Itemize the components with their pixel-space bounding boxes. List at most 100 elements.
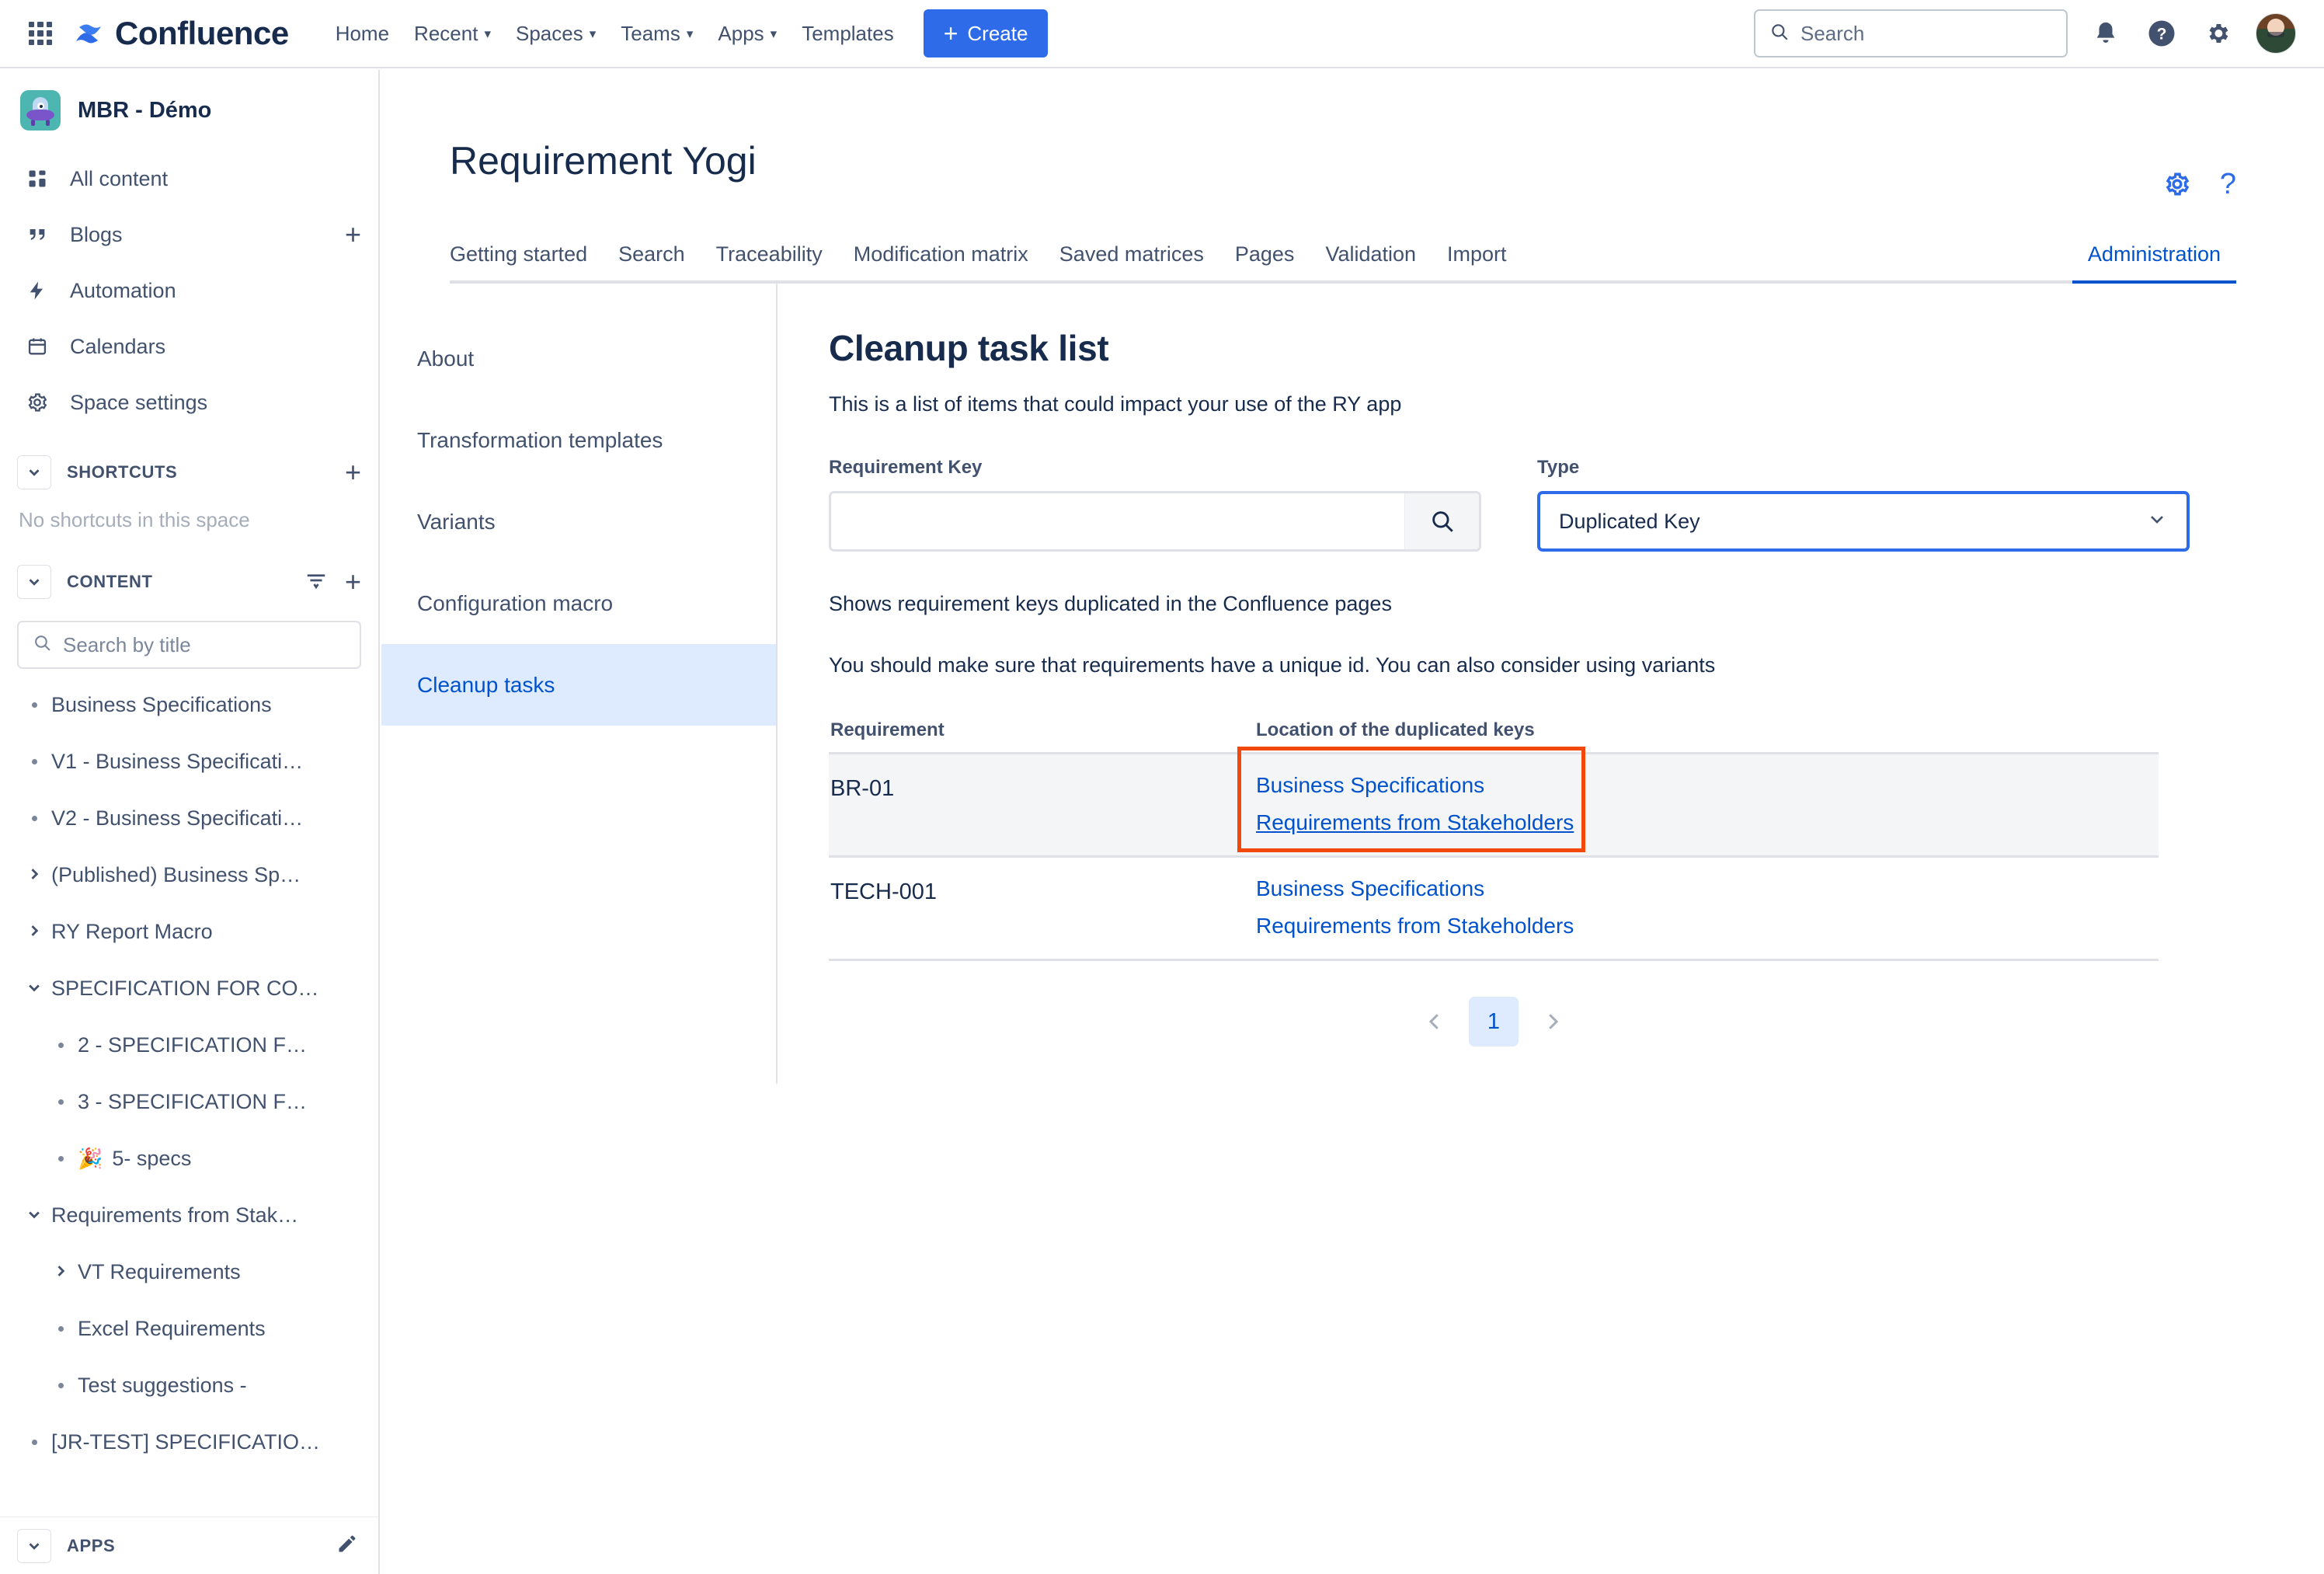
subnav-item-transformation-templates[interactable]: Transformation templates bbox=[381, 399, 776, 481]
table-body: BR-01Business SpecificationsRequirements… bbox=[829, 752, 2159, 961]
pagination-next-button[interactable] bbox=[1531, 1000, 1574, 1043]
add-content-button[interactable]: + bbox=[345, 568, 361, 596]
chevron-down-icon bbox=[2146, 508, 2168, 535]
requirement-key-input[interactable] bbox=[831, 493, 1404, 549]
type-label: Type bbox=[1537, 457, 2190, 479]
search-input[interactable] bbox=[1800, 22, 2052, 46]
column-header-requirement: Requirement bbox=[829, 719, 1256, 741]
requirement-key-input-wrap[interactable] bbox=[829, 491, 1481, 552]
apps-section-header[interactable]: APPS bbox=[0, 1517, 378, 1574]
chevron-down-icon[interactable] bbox=[26, 1203, 42, 1228]
tree-item[interactable]: V1 - Business Specificati… bbox=[0, 733, 378, 790]
tree-item[interactable]: 🎉5- specs bbox=[0, 1130, 378, 1187]
shortcuts-title: SHORTCUTS bbox=[67, 462, 177, 482]
chevron-right-icon[interactable] bbox=[26, 863, 42, 887]
nav-apps[interactable]: Apps ▾ bbox=[705, 12, 789, 55]
global-search-box[interactable] bbox=[1754, 9, 2068, 57]
subnav-item-about[interactable]: About bbox=[381, 318, 776, 399]
tree-item[interactable]: V2 - Business Specificati… bbox=[0, 790, 378, 847]
settings-icon[interactable] bbox=[2200, 16, 2235, 51]
tab-modification-matrix[interactable]: Modification matrix bbox=[838, 233, 1044, 284]
type-field: Type Duplicated Key bbox=[1537, 457, 2190, 552]
tree-item[interactable]: (Published) Business Sp… bbox=[0, 847, 378, 904]
sidebar-item-space-settings[interactable]: Space settings bbox=[0, 374, 378, 430]
tree-item[interactable]: Requirements from Stak… bbox=[0, 1187, 378, 1244]
content-search-box[interactable] bbox=[17, 621, 361, 669]
tab-traceability[interactable]: Traceability bbox=[701, 233, 838, 284]
content-search-input[interactable] bbox=[63, 633, 346, 657]
location-link[interactable]: Business Specifications bbox=[1256, 773, 1484, 798]
edit-pencil-icon[interactable] bbox=[336, 1533, 358, 1558]
tree-item[interactable]: RY Report Macro bbox=[0, 904, 378, 960]
bullet-icon bbox=[32, 1440, 37, 1445]
location-link[interactable]: Requirements from Stakeholders bbox=[1256, 810, 1574, 835]
subnav-item-label: About bbox=[417, 346, 474, 371]
sidebar-item-all-content[interactable]: All content bbox=[0, 151, 378, 207]
avatar[interactable] bbox=[2256, 13, 2296, 54]
tab-import[interactable]: Import bbox=[1432, 233, 1522, 284]
tree-item-label: 2 - SPECIFICATION F… bbox=[78, 1033, 307, 1057]
tree-item[interactable]: 2 - SPECIFICATION F… bbox=[0, 1017, 378, 1074]
location-link[interactable]: Requirements from Stakeholders bbox=[1256, 914, 1574, 938]
apps-grid-icon[interactable] bbox=[25, 18, 56, 49]
admin-icon-group: ? bbox=[2164, 169, 2236, 199]
nav-spaces[interactable]: Spaces ▾ bbox=[503, 12, 608, 55]
tab-validation[interactable]: Validation bbox=[1310, 233, 1432, 284]
nav-home[interactable]: Home bbox=[323, 12, 402, 55]
cell-locations: Business Specifications Requirements from… bbox=[1256, 773, 2159, 835]
tree-item[interactable]: Excel Requirements bbox=[0, 1301, 378, 1357]
notifications-icon[interactable] bbox=[2088, 16, 2124, 51]
subnav-item-cleanup-tasks[interactable]: Cleanup tasks bbox=[381, 644, 776, 726]
pagination-prev-button[interactable] bbox=[1413, 1000, 1456, 1043]
tabs-list: Getting startedSearchTraceabilityModific… bbox=[450, 230, 1522, 280]
shortcuts-section-header[interactable]: SHORTCUTS + bbox=[0, 447, 378, 497]
filter-icon[interactable] bbox=[304, 569, 328, 596]
tab-pages[interactable]: Pages bbox=[1219, 233, 1310, 284]
tab-administration[interactable]: Administration bbox=[2072, 233, 2236, 284]
help-icon[interactable]: ? bbox=[2144, 16, 2180, 51]
content-section-header[interactable]: CONTENT + bbox=[0, 557, 378, 607]
chevron-right-icon[interactable] bbox=[53, 1260, 68, 1284]
table-row: TECH-001Business SpecificationsRequireme… bbox=[829, 855, 2159, 961]
confluence-logo-link[interactable]: Confluence bbox=[73, 15, 289, 52]
chevron-down-icon[interactable] bbox=[17, 1529, 51, 1563]
add-blog-button[interactable]: + bbox=[345, 221, 361, 249]
nav-templates[interactable]: Templates bbox=[789, 12, 906, 55]
table-row: BR-01Business SpecificationsRequirements… bbox=[829, 752, 2159, 855]
gear-icon[interactable] bbox=[2164, 171, 2190, 197]
tab-search[interactable]: Search bbox=[603, 233, 701, 284]
sidebar-item-blogs[interactable]: Blogs + bbox=[0, 207, 378, 263]
sidebar-item-calendars[interactable]: Calendars bbox=[0, 319, 378, 374]
location-link[interactable]: Business Specifications bbox=[1256, 876, 1484, 901]
subnav-item-variants[interactable]: Variants bbox=[381, 481, 776, 562]
tree-item[interactable]: 3 - SPECIFICATION F… bbox=[0, 1074, 378, 1130]
type-select[interactable]: Duplicated Key bbox=[1537, 491, 2190, 552]
tree-item[interactable]: Test suggestions - bbox=[0, 1357, 378, 1414]
tree-item[interactable]: SPECIFICATION FOR CO… bbox=[0, 960, 378, 1017]
add-shortcut-button[interactable]: + bbox=[345, 458, 361, 486]
space-header[interactable]: MBR - Démo bbox=[0, 70, 378, 151]
create-button[interactable]: + Create bbox=[924, 9, 1049, 57]
tree-item[interactable]: [JR-TEST] SPECIFICATIO… bbox=[0, 1414, 378, 1471]
chevron-down-icon[interactable] bbox=[17, 565, 51, 599]
sidebar-item-automation[interactable]: Automation bbox=[0, 263, 378, 319]
tab-getting-started[interactable]: Getting started bbox=[450, 233, 603, 284]
chevron-down-icon[interactable] bbox=[17, 455, 51, 489]
tab-saved-matrices[interactable]: Saved matrices bbox=[1044, 233, 1219, 284]
requirement-key-search-button[interactable] bbox=[1404, 493, 1479, 549]
space-name: MBR - Démo bbox=[78, 98, 211, 124]
help-icon[interactable]: ? bbox=[2220, 169, 2236, 199]
nav-recent[interactable]: Recent ▾ bbox=[402, 12, 503, 55]
nav-teams[interactable]: Teams ▾ bbox=[608, 12, 705, 55]
subnav-item-configuration-macro[interactable]: Configuration macro bbox=[381, 562, 776, 644]
no-shortcuts-message: No shortcuts in this space bbox=[0, 497, 378, 540]
tree-item[interactable]: Business Specifications bbox=[0, 677, 378, 733]
chevron-down-icon[interactable] bbox=[26, 977, 42, 1001]
panel-subtitle: This is a list of items that could impac… bbox=[829, 392, 2324, 416]
tree-item[interactable]: VT Requirements bbox=[0, 1244, 378, 1301]
svg-text:?: ? bbox=[2157, 26, 2167, 44]
pagination-page-1[interactable]: 1 bbox=[1469, 997, 1519, 1046]
chevron-right-icon[interactable] bbox=[26, 920, 42, 944]
tree-item-label: RY Report Macro bbox=[51, 920, 213, 944]
primary-nav-links: Home Recent ▾ Spaces ▾ Teams ▾ Apps ▾ Te… bbox=[323, 12, 906, 55]
